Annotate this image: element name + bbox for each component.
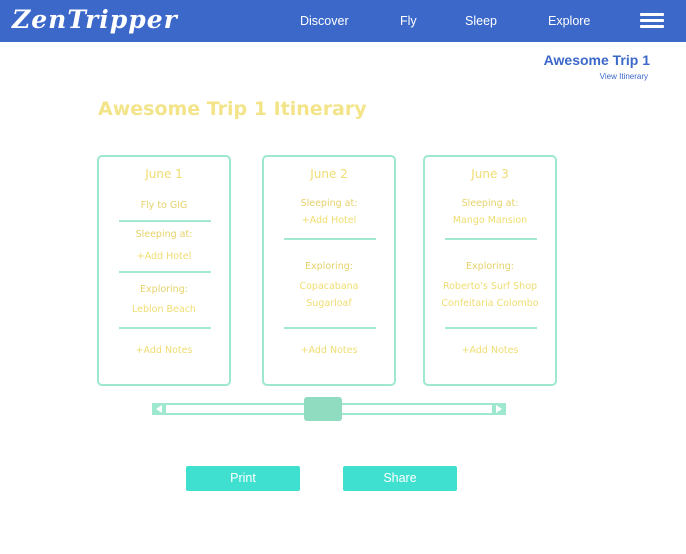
triangle-left-icon[interactable] [152,403,166,415]
add-notes-link[interactable]: +Add Notes [264,345,394,356]
page-title: Awesome Trip 1 Itinerary [98,98,367,120]
nav-sleep[interactable]: Sleep [465,14,497,28]
nav-fly[interactable]: Fly [400,14,417,28]
add-hotel-link[interactable]: +Add Hotel [99,251,229,262]
day-card-june-1: June 1 Fly to GIG Sleeping at: +Add Hote… [97,155,231,386]
explore-item[interactable]: Confeitaria Colombo [425,298,555,309]
nav-discover[interactable]: Discover [300,14,349,28]
app-logo[interactable]: ZenTripper [12,5,178,34]
day-card-june-2: June 2 Sleeping at: +Add Hotel Exploring… [262,155,396,386]
top-navbar: ZenTripper Discover Fly Sleep Explore [0,0,686,42]
exploring-label: Exploring: [305,261,353,272]
explore-item[interactable]: Copacabana [264,281,394,292]
add-notes-link[interactable]: +Add Notes [99,345,229,356]
fly-to-line: Fly to GIG [99,200,229,211]
hamburger-menu-icon[interactable] [640,13,664,28]
divider [119,271,211,273]
divider [284,238,376,240]
sleeping-label: Sleeping at: [461,198,519,209]
day-date: June 1 [145,167,183,181]
share-button[interactable]: Share [343,466,457,491]
explore-item[interactable]: Leblon Beach [99,304,229,315]
view-itinerary-link[interactable]: View Itinerary [600,72,648,81]
scroll-thumb[interactable] [304,397,342,421]
day-card-june-3: June 3 Sleeping at: Mango Mansion Explor… [423,155,557,386]
add-hotel-link[interactable]: +Add Hotel [264,215,394,226]
nav-explore[interactable]: Explore [548,14,590,28]
divider [119,220,211,222]
sleeping-label: Sleeping at: [135,229,193,240]
trip-name: Awesome Trip 1 [543,52,650,68]
sleeping-label: Sleeping at: [300,198,358,209]
divider [119,327,211,329]
add-notes-link[interactable]: +Add Notes [425,345,555,356]
days-scrollbar[interactable] [152,397,506,421]
triangle-right-icon[interactable] [492,403,506,415]
flight-destination-link[interactable]: GIG [170,200,188,211]
day-date: June 2 [310,167,348,181]
day-date: June 3 [471,167,509,181]
exploring-label: Exploring: [466,261,514,272]
divider [284,327,376,329]
print-button[interactable]: Print [186,466,300,491]
hotel-link[interactable]: Mango Mansion [425,215,555,226]
explore-item[interactable]: Roberto's Surf Shop [425,281,555,292]
divider [445,238,537,240]
explore-item[interactable]: Sugarloaf [264,298,394,309]
divider [445,327,537,329]
fly-to-label: Fly to [140,200,170,211]
exploring-label: Exploring: [140,284,188,295]
